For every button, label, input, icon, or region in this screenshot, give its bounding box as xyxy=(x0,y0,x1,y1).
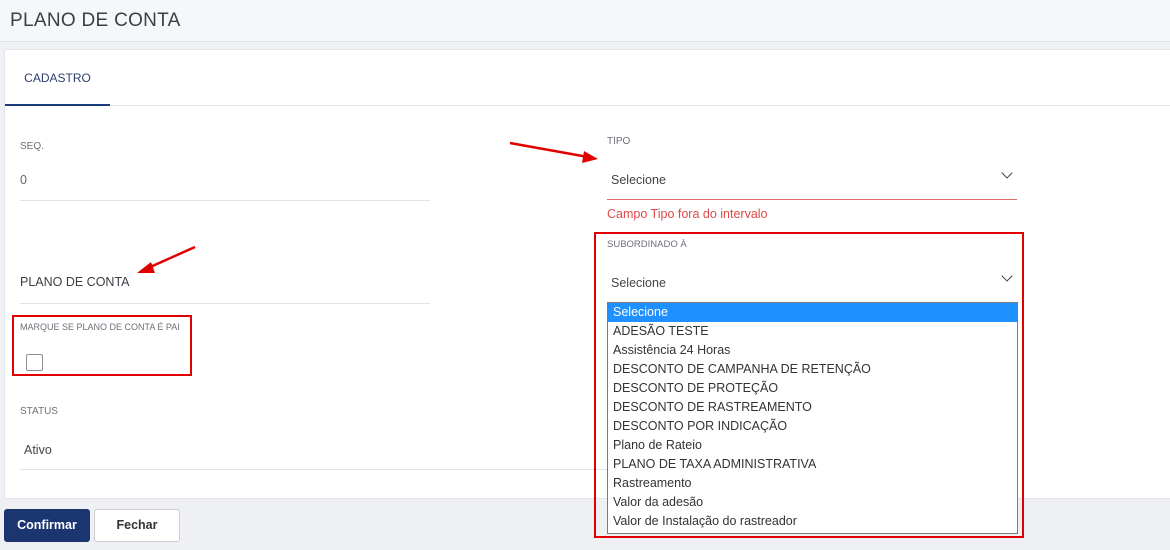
annotation-box-subordinado xyxy=(594,232,1024,538)
page-header: PLANO DE CONTA xyxy=(0,0,1170,42)
status-label: STATUS xyxy=(20,406,58,417)
close-button[interactable]: Fechar xyxy=(94,509,180,542)
tipo-error-message: Campo Tipo fora do intervalo xyxy=(607,207,768,221)
tipo-underline xyxy=(607,199,1017,200)
seq-field[interactable]: 0 xyxy=(20,173,27,187)
status-select[interactable]: Ativo xyxy=(24,443,52,457)
tipo-label: TIPO xyxy=(607,136,631,147)
plano-de-conta-underline xyxy=(20,303,430,304)
page-title: PLANO DE CONTA xyxy=(10,10,181,31)
tipo-select[interactable]: Selecione xyxy=(611,173,666,187)
seq-label: SEQ. xyxy=(20,141,44,152)
status-underline xyxy=(20,469,610,470)
seq-underline xyxy=(20,200,430,201)
tab-cadastro[interactable]: CADASTRO xyxy=(5,50,110,106)
tab-bar: CADASTRO xyxy=(5,50,1170,106)
annotation-box-checkbox xyxy=(12,315,192,376)
plano-de-conta-input[interactable]: PLANO DE CONTA xyxy=(20,275,130,289)
confirm-button[interactable]: Confirmar xyxy=(4,509,90,542)
